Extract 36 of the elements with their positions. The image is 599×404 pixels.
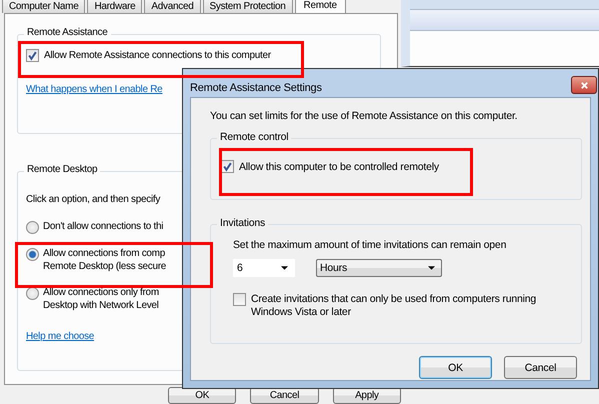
radio-label: Allow connections only from Desktop with Network Level <box>43 286 159 312</box>
checkbox[interactable] <box>233 293 246 306</box>
radio-button[interactable] <box>26 248 39 261</box>
radio-button[interactable] <box>26 221 39 234</box>
caret-icon <box>281 266 288 270</box>
dialog-button[interactable]: Cancel <box>504 356 577 379</box>
checkbox-label: Allow this computer to be controlled remotely <box>239 160 439 172</box>
instruction-text: Set the maximum amount of time invitations can remain open <box>233 239 506 251</box>
tab[interactable]: Advanced <box>144 0 200 13</box>
group-title: Invitations <box>217 217 268 229</box>
radio-button[interactable] <box>26 287 39 300</box>
caret-icon <box>428 266 435 270</box>
checkbox-label: Allow Remote Assistance connections to this computer <box>44 50 271 61</box>
radio-label: Allow connections from comp Remote Desktop (less secure <box>43 247 166 273</box>
checkbox[interactable] <box>26 49 39 62</box>
tab[interactable]: System Protection <box>202 0 293 13</box>
close-icon <box>580 80 588 90</box>
tab[interactable]: Computer Name <box>2 0 86 13</box>
tab[interactable]: Hardware <box>87 0 142 13</box>
help-link[interactable]: Help me choose <box>26 331 94 342</box>
dialog-button[interactable]: OK <box>419 356 492 379</box>
checkbox[interactable] <box>221 160 234 173</box>
radio-label: Don't allow connections to thi <box>43 220 164 233</box>
dialog-button[interactable]: OK <box>168 387 236 404</box>
group-title: Remote Assistance <box>24 27 110 38</box>
checkbox-label: Create invitations that can only be used from computers running Windows Vista or later <box>251 293 538 319</box>
window-title: Remote Assistance Settings <box>190 82 322 94</box>
instruction-text: Click an option, and then specify <box>26 194 160 205</box>
help-link[interactable]: What happens when I enable Re <box>26 84 162 95</box>
group-title: Remote Desktop <box>24 164 100 175</box>
duration-dropdown[interactable]: 6 <box>233 259 295 277</box>
close-button[interactable] <box>571 76 597 94</box>
unit-dropdown[interactable]: Hours <box>316 259 442 277</box>
group-title: Remote control <box>217 131 292 143</box>
intro-text: You can set limits for the use of Remote Assistance on this computer. <box>210 110 518 122</box>
tab[interactable]: Remote <box>294 0 346 13</box>
